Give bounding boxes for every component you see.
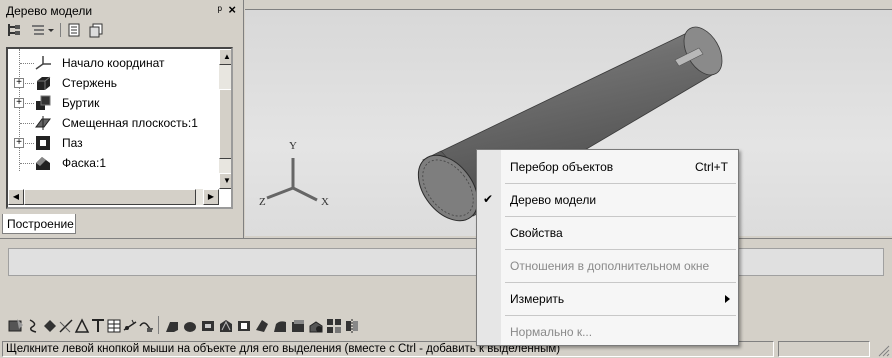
tree-item-rod[interactable]: + Стержень [8,73,218,93]
expand-icon[interactable]: + [14,78,24,88]
menu-item-iterate-objects[interactable]: Перебор объектов Ctrl+T [477,152,738,182]
menu-separator [505,315,736,316]
tree-item-label: Смещенная плоскость:1 [62,116,198,130]
slot-cut-icon [36,136,50,150]
mirror-icon[interactable] [344,318,360,334]
sketch-icon[interactable] [8,318,24,334]
kinematic-icon[interactable] [200,318,216,334]
tree-item-label: Начало координат [62,56,165,70]
point-icon[interactable] [42,318,58,334]
menu-item-label: Свойства [510,226,563,240]
expand-icon[interactable]: + [14,98,24,108]
tree-item-chamfer[interactable]: Фаска:1 [8,153,218,173]
loft-icon[interactable] [218,318,234,334]
tree-item-offset-plane[interactable]: Смещенная плоскость:1 [8,113,218,133]
shell-icon[interactable] [290,318,306,334]
cut-rotate-icon[interactable] [254,318,270,334]
tree-toolbar [6,20,166,40]
rib-icon[interactable] [308,318,324,334]
pattern-icon[interactable] [326,318,342,334]
menu-item-label: Нормально к... [510,325,593,339]
scroll-right-icon[interactable]: ▶ [203,189,219,205]
expand-icon[interactable]: + [14,138,24,148]
tree-panel-header: Дерево модели ᵖ × [4,2,240,19]
context-menu: Перебор объектов Ctrl+T ✔ Дерево модели … [476,149,739,346]
check-icon: ✔ [483,192,494,206]
filter-list-icon[interactable] [30,22,46,38]
menu-item-label: Измерить [510,292,565,306]
boss-solid-icon [36,95,51,110]
menu-separator [505,282,736,283]
spline-icon[interactable] [26,318,42,334]
toolbar-divider [60,23,61,37]
menu-separator [505,216,736,217]
menu-item-label: Отношения в дополнительном окне [510,259,710,273]
pin-icon[interactable]: ᵖ [217,3,222,17]
copy-document-icon[interactable] [88,22,104,38]
tab-label: Построение [7,217,74,231]
menu-item-relations-window[interactable]: Отношения в дополнительном окне [477,251,738,281]
scroll-up-icon[interactable]: ▲ [219,49,231,65]
bottom-toolbar [0,310,892,340]
menu-item-normal-to[interactable]: Нормально к... [477,317,738,347]
axis-z-label: Z [259,196,266,208]
axis-y-label: Y [289,140,297,152]
tree-item-label: Буртик [62,96,100,110]
fillet-icon[interactable] [272,318,288,334]
axis-triad [266,158,318,202]
tree-item-origin[interactable]: Начало координат [8,53,218,73]
menu-item-measure[interactable]: Измерить [477,284,738,314]
tree-panel-title: Дерево модели [6,4,93,18]
model-tree-panel: Дерево модели ᵖ × Начало координат + Сте… [0,0,244,240]
menu-item-model-tree[interactable]: ✔ Дерево модели [477,185,738,215]
menu-item-properties[interactable]: Свойства [477,218,738,248]
tab-build[interactable]: Построение [2,214,76,234]
menu-separator [505,249,736,250]
dimension-icon[interactable] [122,318,138,334]
tree-item-label: Стержень [62,76,117,90]
auxiliary-line-icon[interactable] [58,318,74,334]
tree-horizontal-scrollbar[interactable]: ◀ ▶ [8,189,219,205]
close-icon[interactable]: × [228,2,236,17]
toolbar-divider [158,316,159,334]
scroll-down-icon[interactable]: ▼ [219,173,231,189]
submenu-arrow-icon [725,295,730,303]
edit-icon[interactable] [138,318,154,334]
scroll-thumb[interactable] [219,89,231,159]
tree-item-label: Паз [62,136,83,150]
resize-grip-icon[interactable] [874,343,890,357]
rotate-icon[interactable] [182,318,198,334]
document-icon[interactable] [66,22,82,38]
axis-origin-icon [35,56,51,70]
scroll-left-icon[interactable]: ◀ [8,189,24,205]
extrude-icon[interactable] [164,318,180,334]
model-tree: Начало координат + Стержень + Буртик Сме… [6,47,233,209]
scroll-thumb[interactable] [24,189,196,205]
menu-item-shortcut: Ctrl+T [695,160,728,174]
text-icon[interactable] [90,318,106,334]
chamfer-icon [36,157,50,170]
status-cell [778,341,870,357]
axis-x-label: X [321,196,329,208]
menu-item-label: Перебор объектов [510,160,614,174]
menu-separator [505,183,736,184]
menu-item-label: Дерево модели [510,193,597,207]
tree-item-slot[interactable]: + Паз [8,133,218,153]
chevron-down-icon[interactable] [46,22,56,38]
tree-view-icon[interactable] [6,22,22,38]
cut-extrude-icon[interactable] [236,318,252,334]
tree-item-label: Фаска:1 [62,156,106,170]
offset-plane-icon [35,116,51,130]
table-icon[interactable] [106,318,122,334]
triangle-icon[interactable] [74,318,90,334]
viewport-frame [245,0,892,10]
tree-item-collar[interactable]: + Буртик [8,93,218,113]
extrude-solid-icon [37,76,51,90]
properties-field [8,248,884,276]
tree-vertical-scrollbar[interactable]: ▲ ▼ [219,49,231,189]
